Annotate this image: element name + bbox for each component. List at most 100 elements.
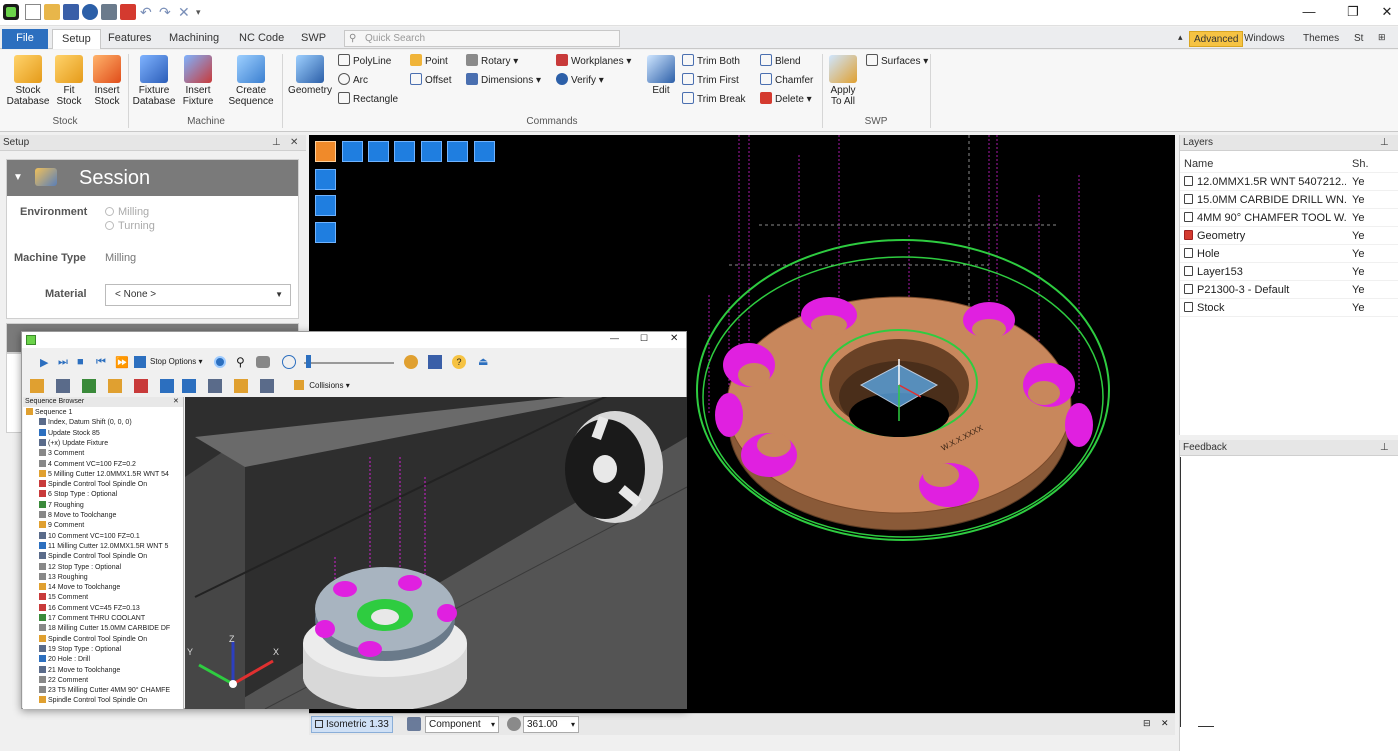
quick-search-box[interactable]: ⚲ Quick Search bbox=[344, 30, 620, 47]
tab-machining[interactable]: Machining bbox=[160, 29, 228, 49]
sequence-item[interactable]: 5 Milling Cutter 12.0MMX1.5R WNT 54 bbox=[39, 469, 169, 480]
layer-row[interactable]: Hole Ye bbox=[1180, 245, 1398, 263]
close-window-icon[interactable]: ✕ bbox=[670, 333, 678, 344]
layer-row[interactable]: 12.0MMX1.5R WNT 5407212... Ye bbox=[1180, 173, 1398, 191]
minimize-icon[interactable]: — bbox=[610, 333, 619, 343]
sequence-item[interactable]: Spindle Control Tool Spindle On bbox=[39, 696, 147, 706]
tool-icon[interactable] bbox=[208, 379, 222, 393]
surfaces-button[interactable]: Surfaces ▾ bbox=[866, 54, 928, 70]
speed-icon[interactable] bbox=[282, 355, 296, 369]
tool-icon[interactable] bbox=[260, 379, 274, 393]
dimensions-button[interactable]: Dimensions ▾ bbox=[466, 73, 541, 89]
value-input[interactable]: 361.00 ▾ bbox=[523, 716, 579, 733]
restore-icon[interactable]: ⊟ bbox=[1143, 718, 1151, 729]
save-icon[interactable] bbox=[428, 355, 442, 369]
record-icon[interactable] bbox=[214, 356, 226, 368]
sequence-item[interactable]: Update Stock 85 bbox=[39, 428, 100, 439]
collisions-dropdown[interactable]: Collisions ▾ bbox=[294, 380, 350, 390]
turning-radio[interactable]: Turning bbox=[105, 220, 155, 232]
layer-show[interactable]: Ye bbox=[1352, 299, 1364, 317]
polyline-button[interactable]: PolyLine bbox=[338, 54, 391, 70]
maximize-icon[interactable]: ❐ bbox=[1342, 4, 1364, 22]
layer-show[interactable]: Ye bbox=[1352, 263, 1364, 281]
collapse-icon[interactable]: ▼ bbox=[13, 160, 23, 196]
trim-first-button[interactable]: Trim First bbox=[682, 73, 739, 89]
styles-menu[interactable]: St bbox=[1350, 31, 1367, 47]
sequence-item[interactable]: 3 Comment bbox=[39, 449, 84, 459]
step-forward-icon[interactable]: ⏭ bbox=[58, 356, 68, 369]
help-icon[interactable]: ⊞ bbox=[1378, 32, 1392, 46]
sequence-item[interactable]: 20 Hole : Drill bbox=[39, 655, 90, 665]
fit-stock-button[interactable]: Fit Stock bbox=[50, 52, 88, 107]
stop-icon[interactable]: ■ bbox=[77, 356, 84, 368]
layer-row[interactable]: Layer153 Ye bbox=[1180, 263, 1398, 281]
sequence-item[interactable]: 19 Stop Type : Optional bbox=[39, 644, 121, 655]
close-icon[interactable]: ✕ bbox=[1161, 718, 1169, 729]
insert-stock-button[interactable]: Insert Stock bbox=[88, 52, 126, 107]
tool-icon[interactable] bbox=[56, 379, 70, 393]
info-icon[interactable] bbox=[82, 4, 98, 20]
chevron-up-icon[interactable]: ▴ bbox=[1178, 32, 1183, 43]
pin-icon[interactable]: ⊥ bbox=[272, 135, 281, 151]
layer-show[interactable]: Ye bbox=[1352, 245, 1364, 263]
sequence-item[interactable]: Spindle Control Tool Spindle On bbox=[39, 480, 147, 490]
workplanes-button[interactable]: Workplanes ▾ bbox=[556, 54, 631, 70]
redo-icon[interactable]: ↷ bbox=[159, 4, 175, 20]
feedback-scrollbar[interactable] bbox=[1198, 726, 1214, 727]
stock-database-button[interactable]: Stock Database bbox=[6, 52, 50, 107]
sequence-item[interactable]: 12 Stop Type : Optional bbox=[39, 562, 121, 573]
sequence-item[interactable]: Spindle Control Tool Spindle On bbox=[39, 634, 147, 645]
print-icon[interactable] bbox=[101, 4, 117, 20]
settings-icon[interactable] bbox=[404, 355, 418, 369]
offset-button[interactable]: Offset bbox=[410, 73, 452, 89]
delete-button[interactable]: Delete ▾ bbox=[760, 92, 812, 108]
rewind-icon[interactable]: ⏮ bbox=[96, 356, 106, 369]
sequence-item[interactable]: (+x) Update Fixture bbox=[39, 438, 108, 449]
stop-options-dropdown[interactable]: Stop Options ▾ bbox=[150, 357, 203, 366]
eject-icon[interactable]: ⏏ bbox=[478, 355, 488, 368]
tool-icon[interactable] bbox=[234, 379, 248, 393]
pin-icon[interactable]: ⊥ bbox=[1380, 135, 1389, 151]
close-doc-icon[interactable]: ✕ bbox=[178, 4, 194, 20]
help-icon[interactable]: ? bbox=[452, 355, 466, 369]
tab-features[interactable]: Features bbox=[99, 29, 160, 49]
tool-icon[interactable] bbox=[134, 379, 148, 393]
speed-slider[interactable] bbox=[304, 362, 394, 364]
maximize-icon[interactable]: ☐ bbox=[640, 333, 648, 344]
tool-icon[interactable] bbox=[182, 379, 196, 393]
save-icon[interactable] bbox=[63, 4, 79, 20]
search-icon[interactable]: ⚲ bbox=[236, 355, 245, 369]
layer-show[interactable]: Ye bbox=[1352, 227, 1364, 245]
pin-icon[interactable]: ⊥ bbox=[1380, 440, 1389, 456]
rotary-button[interactable]: Rotary ▾ bbox=[466, 54, 518, 70]
material-select[interactable]: < None > ▼ bbox=[105, 284, 291, 306]
speed-slider-thumb[interactable] bbox=[306, 355, 311, 368]
trim-both-button[interactable]: Trim Both bbox=[682, 54, 740, 70]
layer-row[interactable]: Geometry Ye bbox=[1180, 227, 1398, 245]
rectangle-button[interactable]: Rectangle bbox=[338, 92, 398, 108]
sequence-item[interactable]: 13 Roughing bbox=[39, 572, 88, 583]
feedback-text-area[interactable] bbox=[1180, 457, 1398, 727]
layer-show[interactable]: Ye bbox=[1352, 191, 1364, 209]
layer-row[interactable]: 4MM 90° CHAMFER TOOL W... Ye bbox=[1180, 209, 1398, 227]
paint-icon[interactable] bbox=[120, 4, 136, 20]
tab-nc-code[interactable]: NC Code bbox=[230, 29, 293, 49]
fixture-database-button[interactable]: Fixture Database bbox=[131, 52, 177, 107]
sequence-item[interactable]: 22 Comment bbox=[39, 675, 88, 686]
simulation-3d-view[interactable]: Z X Y bbox=[185, 397, 687, 709]
close-icon[interactable]: ✕ bbox=[290, 135, 298, 151]
sequence-item[interactable]: 21 Move to Toolchange bbox=[39, 665, 120, 676]
sequence-item[interactable]: 8 Move to Toolchange bbox=[39, 511, 116, 521]
open-icon[interactable] bbox=[44, 4, 60, 20]
themes-menu[interactable]: Themes bbox=[1299, 31, 1343, 47]
sequence-item[interactable]: 16 Comment VC=45 FZ=0.13 bbox=[39, 603, 140, 614]
geometry-button[interactable]: Geometry bbox=[286, 52, 334, 96]
layer-row[interactable]: Stock Ye bbox=[1180, 299, 1398, 317]
tool-icon[interactable] bbox=[82, 379, 96, 393]
milling-radio[interactable]: Milling bbox=[105, 206, 149, 218]
tool-icon[interactable] bbox=[108, 379, 122, 393]
sequence-item[interactable]: 23 T5 Milling Cutter 4MM 90° CHAMFE bbox=[39, 686, 170, 696]
show-column-header[interactable]: Sh. bbox=[1352, 155, 1369, 173]
layer-row[interactable]: 15.0MM CARBIDE DRILL WN... Ye bbox=[1180, 191, 1398, 209]
minimize-icon[interactable]: — bbox=[1298, 4, 1320, 22]
